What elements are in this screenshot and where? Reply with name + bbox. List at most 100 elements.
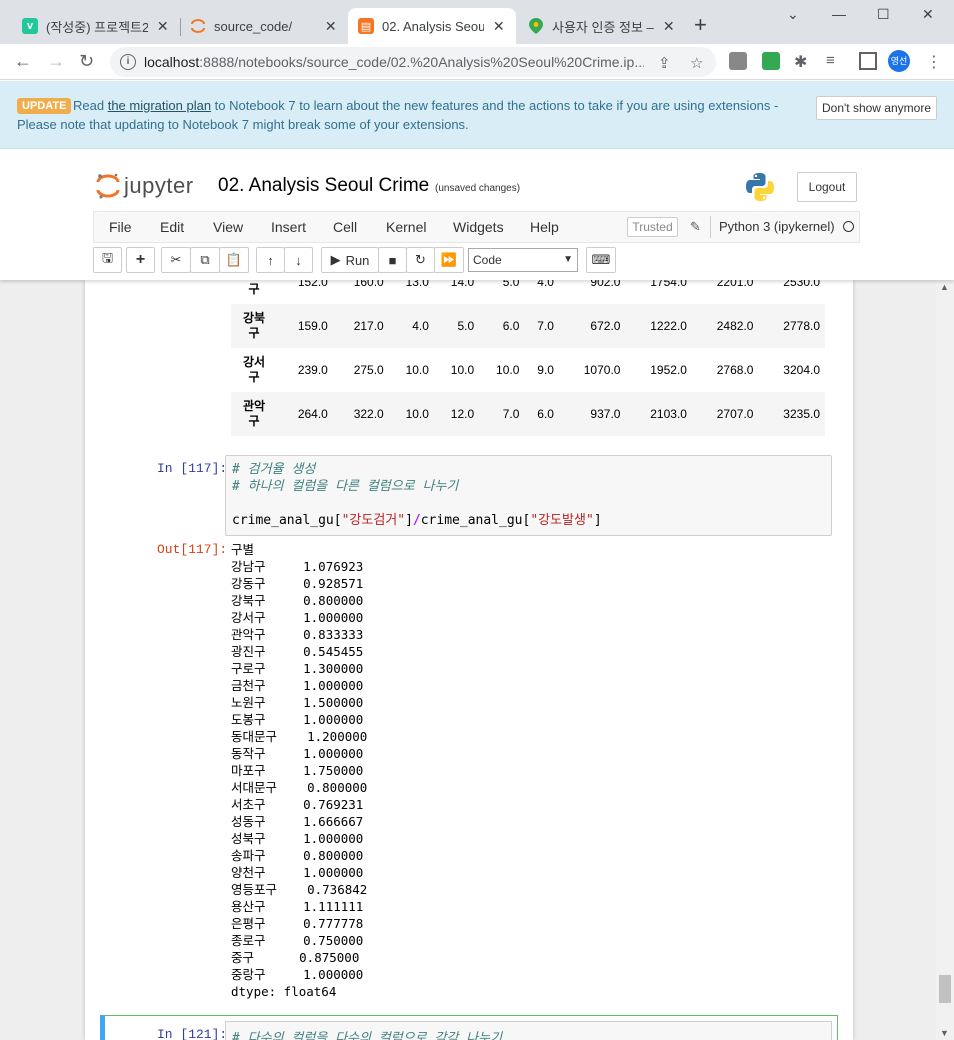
page-scrollbar[interactable]: ▲ ▼: [936, 280, 954, 1040]
extension-green-icon[interactable]: [762, 52, 780, 70]
fast-forward-icon[interactable]: ⏩: [434, 247, 464, 273]
table-cell: 902.0: [590, 280, 621, 289]
profile-avatar[interactable]: 영선: [888, 50, 910, 72]
selected-cell[interactable]: In [121]: # 다수의 컬럼을 다수의 컬럼으로 각각 나누기: [100, 1015, 838, 1040]
keyboard-icon[interactable]: ⌨: [586, 247, 616, 273]
save-icon[interactable]: 🖫: [93, 247, 122, 273]
menu-file[interactable]: File: [109, 219, 132, 235]
maximize-icon[interactable]: ☐: [877, 6, 890, 23]
window-close-icon[interactable]: ✕: [922, 6, 934, 23]
restart-icon[interactable]: ↻: [406, 247, 435, 273]
cell-type-select[interactable]: Code ▼: [468, 248, 578, 272]
menu-insert[interactable]: Insert: [271, 219, 306, 235]
close-icon[interactable]: ✕: [662, 18, 677, 35]
minimize-icon[interactable]: —: [832, 6, 846, 22]
scroll-down-icon[interactable]: ▼: [940, 1028, 949, 1038]
reload-icon[interactable]: ↻: [79, 51, 94, 72]
menu-kernel[interactable]: Kernel: [386, 219, 426, 235]
stop-icon[interactable]: ■: [378, 247, 407, 273]
v-logo-icon: v: [22, 18, 38, 34]
menu-help[interactable]: Help: [530, 219, 559, 235]
update-badge: UPDATE: [17, 98, 72, 114]
menu-edit[interactable]: Edit: [160, 219, 184, 235]
new-tab-icon[interactable]: +: [694, 14, 707, 36]
table-cell: 160.0: [353, 280, 384, 289]
code-string: "강도발생": [530, 513, 594, 528]
info-icon[interactable]: i: [120, 54, 136, 70]
back-arrow-icon[interactable]: ←: [14, 51, 32, 72]
browser-tab-credentials[interactable]: 사용자 인증 정보 – ✕: [518, 8, 686, 44]
tab-title: 사용자 인증 정보 –: [552, 19, 654, 35]
close-icon[interactable]: ✕: [156, 18, 171, 35]
table-cell: 672.0: [590, 319, 621, 333]
close-icon[interactable]: ✕: [324, 18, 339, 35]
table-row: 강동 구 152.0 160.0 13.0 14.0 5.0 4.0 902.0 1754.0 2…: [231, 280, 825, 304]
menu-widgets[interactable]: Widgets: [453, 219, 504, 235]
menu-cell[interactable]: Cell: [333, 219, 357, 235]
code-operator: /: [412, 513, 421, 528]
menu-view[interactable]: View: [213, 219, 243, 235]
chevron-down-icon: ▼: [563, 254, 573, 265]
migration-plan-link[interactable]: the migration plan: [108, 98, 211, 113]
browser-tab-notebook[interactable]: ▤ 02. Analysis Seoul ✕: [348, 8, 516, 44]
side-panel-icon[interactable]: [859, 52, 877, 70]
puzzle-icon[interactable]: ✱: [794, 52, 812, 71]
insert-cell-icon[interactable]: +: [126, 247, 155, 273]
dont-show-anymore-button[interactable]: Don't show anymore: [816, 96, 937, 120]
table-cell: 12.0: [450, 407, 475, 421]
notebook-page: 강동 구 152.0 160.0 13.0 14.0 5.0 4.0 902.0 1754.0 2…: [85, 280, 853, 1040]
table-cell: 275.0: [353, 363, 384, 377]
pencil-icon[interactable]: ✎: [690, 219, 701, 235]
table-cell: 152.0: [297, 280, 328, 289]
table-cell: 5.0: [457, 319, 475, 333]
cut-icon[interactable]: ✂: [161, 247, 191, 273]
forward-arrow-icon[interactable]: →: [47, 51, 65, 72]
table-cell: 10.0: [405, 407, 429, 421]
media-playlist-icon[interactable]: ≡: [826, 52, 844, 70]
logout-button[interactable]: Logout: [797, 172, 857, 202]
notebook-icon: ▤: [358, 18, 374, 34]
run-button[interactable]: ▶ Run: [321, 247, 379, 273]
scroll-thumb[interactable]: [939, 975, 951, 1003]
more-menu-icon[interactable]: ⋮: [925, 52, 943, 71]
browser-tab-project[interactable]: v (작성중) 프로젝트2 ✕: [12, 8, 180, 44]
table-row: 관악 구 264.0 322.0 10.0 12.0 7.0 6.0 937.0 2103.0 2…: [231, 392, 825, 436]
code-cell-121[interactable]: # 다수의 컬럼을 다수의 컬럼으로 각각 나누기: [225, 1021, 832, 1040]
code-comment: # 다수의 컬럼을 다수의 컬럼으로 각각 나누기: [232, 1031, 503, 1040]
share-icon[interactable]: ⇪: [658, 54, 671, 72]
bookmark-star-icon[interactable]: ☆: [690, 54, 703, 72]
extension-icon[interactable]: [729, 52, 747, 70]
browser-tab-source-code[interactable]: source_code/ ✕: [180, 8, 348, 44]
trusted-indicator[interactable]: Trusted: [627, 217, 678, 237]
browser-tab-strip: v (작성중) 프로젝트2 ✕ source_code/ ✕ ▤ 02. Ana…: [0, 0, 954, 44]
address-bar[interactable]: i localhost:8888/notebooks/source_code/0…: [110, 47, 716, 77]
kernel-name[interactable]: Python 3 (ipykernel): [719, 219, 835, 234]
code-cell-117[interactable]: # 검거율 생성 # 하나의 컬럼을 다른 컬럼으로 나누기 crime_ana…: [225, 455, 832, 536]
unsaved-indicator: (unsaved changes): [435, 183, 521, 194]
notebook-area[interactable]: 강동 구 152.0 160.0 13.0 14.0 5.0 4.0 902.0 1754.0 2…: [0, 280, 936, 1040]
jupyter-logo[interactable]: jupyter: [96, 172, 194, 200]
output-text: 구별 강남구 1.076923 강동구 0.928571 강북구 0.80000…: [231, 542, 368, 999]
table-row: 강북 구 159.0 217.0 4.0 5.0 6.0 7.0 672.0 1222.0 248…: [231, 304, 825, 348]
python-logo-icon: [745, 172, 775, 207]
url-host: localhost: [144, 54, 200, 70]
table-cell: 3204.0: [783, 363, 820, 377]
table-cell: 239.0: [297, 363, 328, 377]
chevron-down-icon[interactable]: ⌄: [787, 6, 799, 23]
code-line: crime_anal_gu["강도검거"]/crime_anal_gu["강도발…: [232, 512, 825, 529]
move-up-icon[interactable]: ↑: [256, 247, 285, 273]
tab-title: 02. Analysis Seoul: [382, 18, 484, 34]
table-cell: 217.0: [353, 319, 384, 333]
close-icon[interactable]: ✕: [492, 18, 507, 35]
cell-type-value: Code: [473, 253, 502, 267]
table-cell: 1754.0: [650, 280, 687, 289]
code-token: ]: [405, 513, 413, 528]
jupyter-logo-text: jupyter: [124, 173, 194, 198]
scroll-up-icon[interactable]: ▲: [940, 282, 949, 292]
move-down-icon[interactable]: ↓: [284, 247, 313, 273]
copy-icon[interactable]: ⧉: [190, 247, 220, 273]
table-cell: 13.0: [405, 280, 429, 289]
paste-icon[interactable]: 📋: [219, 247, 249, 273]
row-index: 강동 구: [243, 280, 265, 296]
notebook-title[interactable]: 02. Analysis Seoul Crime: [218, 175, 429, 197]
